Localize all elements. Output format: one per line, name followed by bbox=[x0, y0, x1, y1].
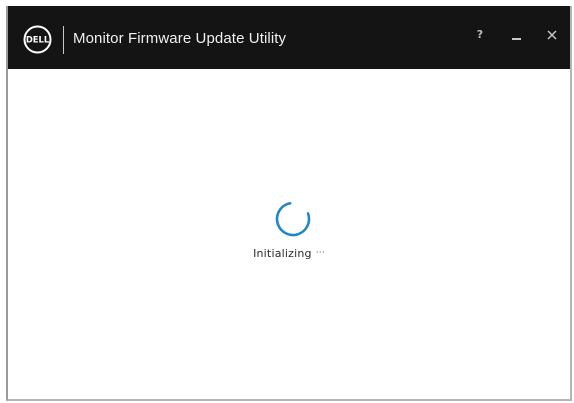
app-window: DELL Monitor Firmware Update Utility ? I… bbox=[0, 0, 574, 403]
window-frame bbox=[6, 6, 572, 401]
